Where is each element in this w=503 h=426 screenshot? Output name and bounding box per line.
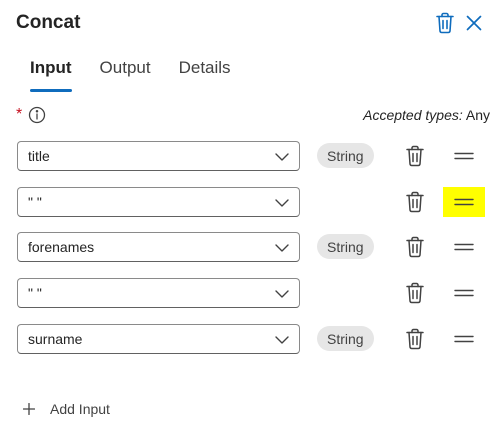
chevron-down-icon <box>275 336 289 344</box>
add-input-label: Add Input <box>50 401 110 417</box>
trash-icon <box>406 236 424 258</box>
accepted-types-value: Any <box>465 107 490 123</box>
required-marker: * <box>16 106 23 123</box>
drag-handle[interactable] <box>443 187 485 217</box>
input-value: forenames <box>28 239 95 255</box>
drag-handle-icon <box>454 198 474 206</box>
input-row: surname String <box>17 324 487 354</box>
tab-input[interactable]: Input <box>16 52 86 94</box>
input-dropdown[interactable]: " " <box>17 278 300 308</box>
input-row: title String <box>17 141 487 171</box>
input-row: " " <box>17 278 487 308</box>
chevron-down-icon <box>275 290 289 298</box>
input-dropdown[interactable]: " " <box>17 187 300 217</box>
drag-handle-icon <box>454 152 474 160</box>
input-row: " " <box>17 187 487 217</box>
plus-icon <box>23 403 35 415</box>
delete-input-button[interactable] <box>402 279 428 307</box>
type-badge: String <box>317 234 374 259</box>
input-dropdown[interactable]: title <box>17 141 300 171</box>
drag-handle-icon <box>454 243 474 251</box>
trash-icon <box>406 191 424 213</box>
type-badge: String <box>317 326 374 351</box>
close-icon <box>466 15 482 31</box>
drag-handle-icon <box>454 335 474 343</box>
drag-handle[interactable] <box>443 232 485 262</box>
tab-details[interactable]: Details <box>165 52 245 94</box>
trash-icon <box>406 145 424 167</box>
chevron-down-icon <box>275 199 289 207</box>
trash-icon <box>406 328 424 350</box>
input-value: surname <box>28 331 83 347</box>
drag-handle[interactable] <box>443 141 485 171</box>
tab-list: Input Output Details <box>16 52 245 94</box>
delete-input-button[interactable] <box>402 233 428 261</box>
drag-handle[interactable] <box>443 324 485 354</box>
drag-handle-icon <box>454 289 474 297</box>
input-value: " " <box>28 194 42 210</box>
input-row: forenames String <box>17 232 487 262</box>
input-dropdown[interactable]: surname <box>17 324 300 354</box>
delete-input-button[interactable] <box>402 142 428 170</box>
delete-input-button[interactable] <box>402 325 428 353</box>
type-badge: String <box>317 143 374 168</box>
trash-icon <box>406 282 424 304</box>
accepted-types: Accepted types: Any <box>363 107 490 123</box>
info-button[interactable] <box>28 106 46 124</box>
add-input-button[interactable]: Add Input <box>22 398 110 420</box>
input-dropdown[interactable]: forenames <box>17 232 300 262</box>
panel-title: Concat <box>16 12 81 33</box>
inputs-header: * Accepted types: Any <box>16 104 490 126</box>
close-panel-button[interactable] <box>461 10 487 36</box>
chevron-down-icon <box>275 153 289 161</box>
trash-icon <box>436 12 454 34</box>
chevron-down-icon <box>275 244 289 252</box>
delete-step-button[interactable] <box>432 10 458 36</box>
info-icon <box>29 106 46 124</box>
delete-input-button[interactable] <box>402 188 428 216</box>
drag-handle[interactable] <box>443 278 485 308</box>
input-value: title <box>28 148 50 164</box>
tab-output[interactable]: Output <box>86 52 165 94</box>
input-value: " " <box>28 285 42 301</box>
accepted-types-label: Accepted types: <box>363 107 463 123</box>
